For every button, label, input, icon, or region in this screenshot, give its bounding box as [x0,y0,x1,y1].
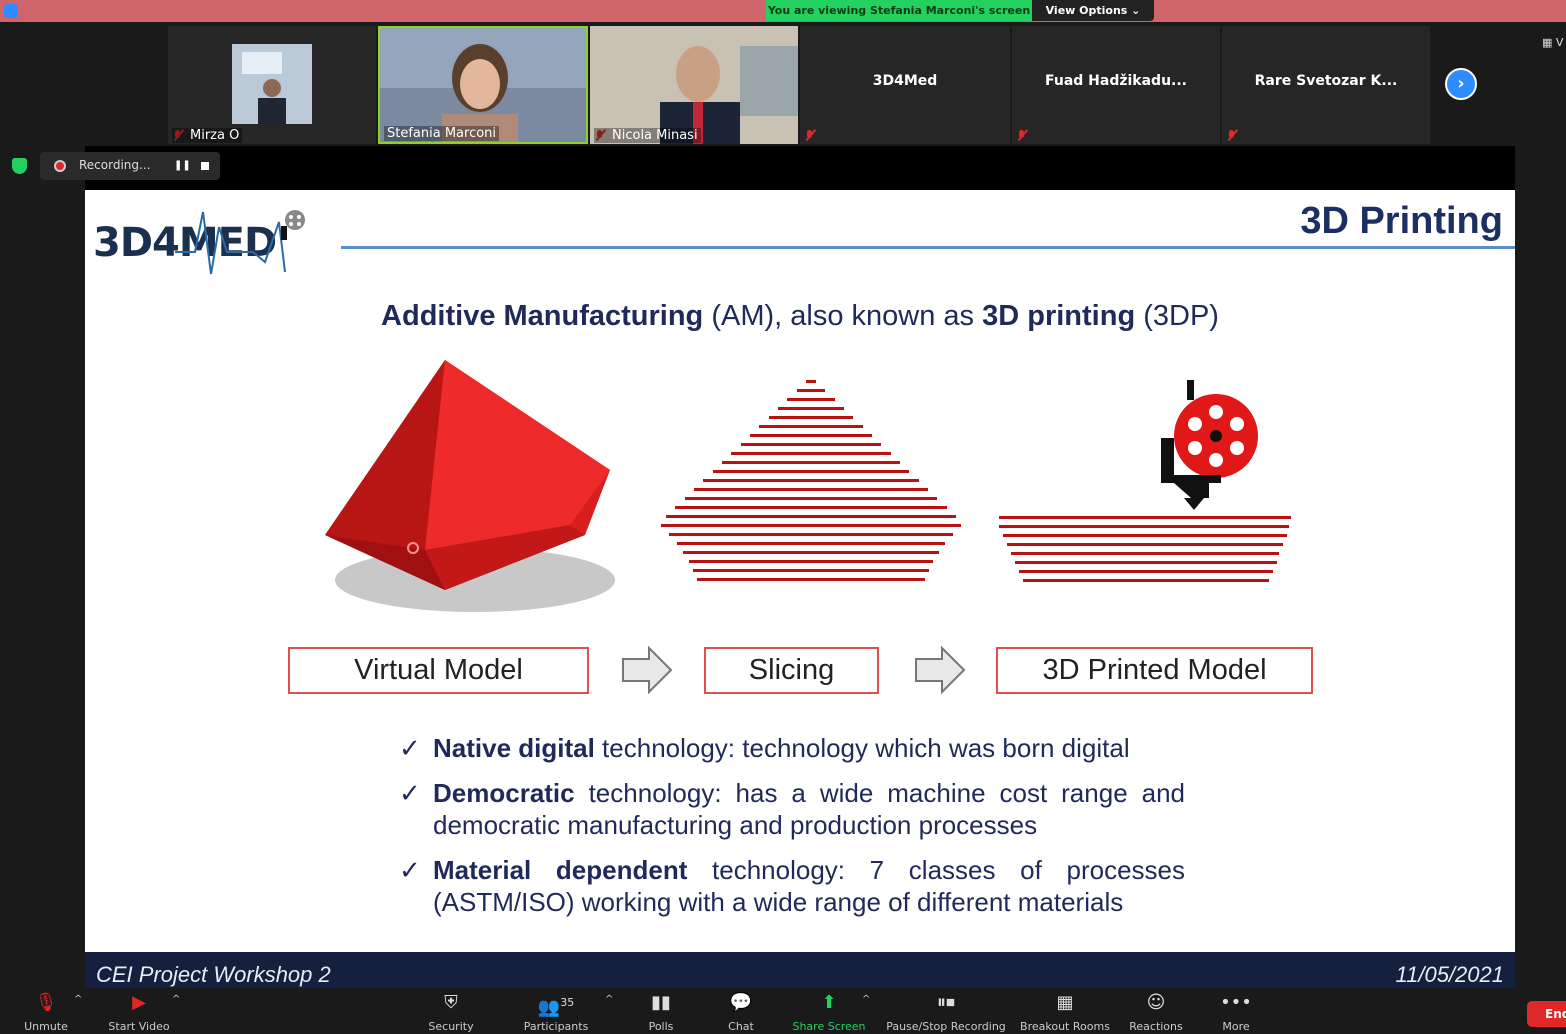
audio-options-caret-icon[interactable]: ^ [74,994,82,1005]
muted-mic-icon [1226,129,1238,141]
participant-tile[interactable]: Rare Svetozar K... [1222,26,1430,144]
share-screen-button[interactable]: ⬆ Share Screen [790,988,868,1033]
breakout-rooms-label: Breakout Rooms [1020,1020,1110,1033]
security-label: Security [428,1020,474,1033]
polls-bar-chart-icon: ▮▮ [651,992,671,1013]
bullet-list: ✓ Native digital technology: technology … [399,732,1185,931]
participant-video-mirza [232,44,312,124]
pause-recording-icon[interactable]: ❚❚ [174,160,191,171]
end-meeting-button[interactable]: End [1527,1001,1566,1027]
bullet-bold: Native digital [433,733,595,763]
pause-stop-recording-label: Pause/Stop Recording [886,1020,1006,1033]
recording-label: Recording... [79,158,151,172]
participants-button[interactable]: 👥35 Participants [520,988,592,1033]
recording-dot-icon [54,160,66,172]
chat-button[interactable]: 💬 Chat [716,988,766,1033]
chat-bubble-icon: 💬 [729,992,753,1013]
participant-tile[interactable]: Fuad Hadžikadu... [1012,26,1220,144]
heading-bold-3dp: 3D printing [982,300,1136,332]
bullet-item: ✓ Native digital technology: technology … [399,732,1185,764]
share-screen-label: Share Screen [792,1020,866,1033]
polls-label: Polls [648,1020,674,1033]
slide-title: 3D Printing [1300,200,1503,242]
more-button[interactable]: ••• More [1212,988,1260,1033]
more-dots-icon: ••• [1220,992,1252,1013]
shared-screen-top [85,146,1515,190]
stop-recording-icon[interactable] [201,162,209,170]
pause-stop-icon: ⏸⏹ [937,992,955,1013]
participant-tile[interactable]: Nicola Minasi [590,26,798,144]
slide-heading: Additive Manufacturing (AM), also known … [85,300,1515,333]
reactions-smiley-icon: ☺ [1146,992,1166,1013]
bullet-text: technology: technology which was born di… [594,733,1130,763]
shared-slide: 3D4MED 3D Printing Additive Manufacturin… [85,190,1515,952]
arrow-right-icon [622,646,673,694]
bullet-bold: Material dependent [433,855,688,885]
stage-slicing: Slicing [704,647,879,694]
zoom-app-icon [4,4,18,18]
arrow-right-icon [915,646,966,694]
next-page-chevron-icon[interactable]: › [1445,68,1477,100]
participant-name: Stefania Marconi [384,126,500,141]
heading-text: (AM), also known as [703,300,983,332]
participant-name: Nicola Minasi [594,128,701,143]
checkmark-icon: ✓ [399,733,421,763]
unmute-label: Unmute [24,1020,68,1033]
title-rule [341,246,1515,249]
security-button[interactable]: ⛨ Security [420,988,482,1033]
muted-mic-icon [1016,129,1028,141]
heading-bold-am: Additive Manufacturing [381,300,704,332]
muted-mic-icon [804,129,816,141]
shield-icon: ⛨ [444,992,458,1013]
participant-name: Mirza O [172,128,243,143]
bullet-item: ✓ Democratic technology: has a wide mach… [399,777,1185,841]
checkmark-icon: ✓ [399,778,421,808]
printed-model-illustration [999,380,1291,582]
participant-name: Rare Svetozar K... [1254,73,1398,89]
footer-workshop-name: CEI Project Workshop 2 [96,962,331,987]
slicing-illustration [661,380,961,581]
meeting-toolbar: 🎙 Unmute ^ ▶ Start Video ^ ⛨ Security 👥3… [0,988,1566,1033]
heading-text-end: (3DP) [1135,300,1219,332]
view-options-button[interactable]: View Options ⌄ [1032,0,1154,21]
more-label: More [1222,1020,1250,1033]
pause-stop-recording-button[interactable]: ⏸⏹ Pause/Stop Recording [884,988,1008,1033]
breakout-rooms-button[interactable]: ▦ Breakout Rooms [1018,988,1112,1033]
share-options-caret-icon[interactable]: ^ [862,994,870,1005]
participant-tile[interactable]: Mirza O [168,26,376,144]
participants-count: 35 [560,996,575,1009]
reactions-label: Reactions [1129,1020,1183,1033]
reactions-button[interactable]: ☺ Reactions [1124,988,1188,1033]
share-screen-arrow-icon: ⬆ [821,992,837,1013]
participants-label: Participants [523,1020,589,1033]
participant-name: Fuad Hadžikadu... [1044,73,1187,89]
stage-3d-printed-model: 3D Printed Model [996,647,1313,694]
participant-tile-active-speaker[interactable]: Stefania Marconi [378,26,588,144]
logo-heartbeat-icon [175,210,305,275]
breakout-rooms-grid-icon: ▦ [1056,992,1074,1013]
video-off-icon: ▶ [132,992,146,1013]
stage-virtual-model: Virtual Model [288,647,589,694]
participants-caret-icon[interactable]: ^ [605,994,613,1005]
viewing-screen-banner: You are viewing Stefania Marconi's scree… [766,0,1032,21]
gallery-view-icon[interactable]: ▦ V [1542,36,1566,50]
security-shield-icon[interactable] [12,158,27,174]
start-video-button[interactable]: ▶ Start Video [102,988,176,1033]
participants-icon: 👥35 [537,996,575,1018]
participant-video-nicola [590,26,798,144]
virtual-model-illustration [325,360,615,612]
muted-microphone-icon: 🎙 [34,992,58,1013]
start-video-label: Start Video [108,1020,170,1033]
checkmark-icon: ✓ [399,855,421,885]
participant-name: 3D4Med [872,73,938,89]
video-options-caret-icon[interactable]: ^ [172,994,180,1005]
participant-tile[interactable]: 3D4Med [800,26,1010,144]
chat-label: Chat [728,1020,754,1033]
bullet-bold: Democratic [433,778,575,808]
unmute-button[interactable]: 🎙 Unmute [14,988,78,1033]
polls-button[interactable]: ▮▮ Polls [636,988,686,1033]
footer-date: 11/05/2021 [1395,962,1504,987]
bullet-item: ✓ Material dependent technology: 7 class… [399,854,1185,918]
